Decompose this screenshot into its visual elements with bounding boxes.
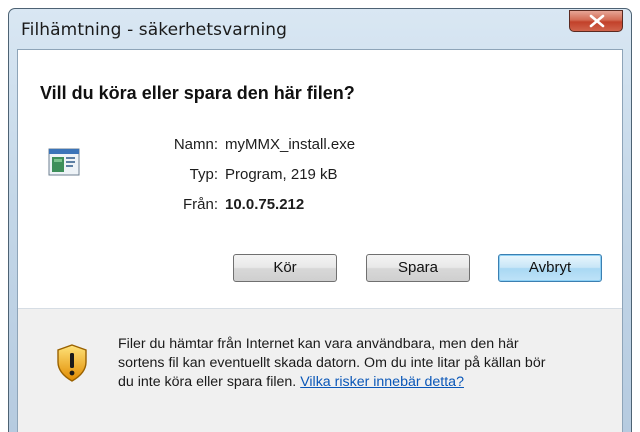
file-type-value: Program, 219 kB (225, 166, 338, 183)
file-name-label: Namn: (173, 136, 218, 153)
close-button[interactable] (569, 10, 623, 32)
file-source-value: 10.0.75.212 (225, 196, 305, 213)
security-shield-warning-icon (57, 344, 87, 382)
program-file-icon (48, 148, 80, 176)
risk-info-link[interactable]: Vilka risker innebär detta? (300, 374, 464, 390)
file-name-value: myMMX_install.exe (225, 136, 356, 153)
warning-line-2: sortens fil kan eventuellt skada datorn.… (118, 355, 546, 371)
window-title: Filhämtning - säkerhetsvarning (21, 20, 288, 40)
download-warning-window: Filhämtning - säkerhetsvarning Vill du k… (8, 8, 632, 432)
title-bar[interactable]: Filhämtning - säkerhetsvarning (9, 9, 631, 49)
file-type-label: Typ: (189, 166, 218, 183)
run-button[interactable]: Kör (233, 254, 337, 282)
warning-line-3: du inte köra eller spara filen. (118, 374, 297, 390)
warning-line-1: Filer du hämtar från Internet kan vara a… (118, 336, 519, 352)
cancel-button[interactable]: Avbryt (498, 254, 602, 282)
close-icon (589, 14, 605, 28)
file-source-label: Från: (182, 196, 218, 213)
dialog-question: Vill du köra eller spara den här filen? (40, 83, 355, 103)
warning-text: Filer du hämtar från Internet kan vara a… (118, 335, 578, 392)
save-button[interactable]: Spara (366, 254, 470, 282)
dialog-content: Vill du köra eller spara den här filen? … (17, 49, 623, 432)
